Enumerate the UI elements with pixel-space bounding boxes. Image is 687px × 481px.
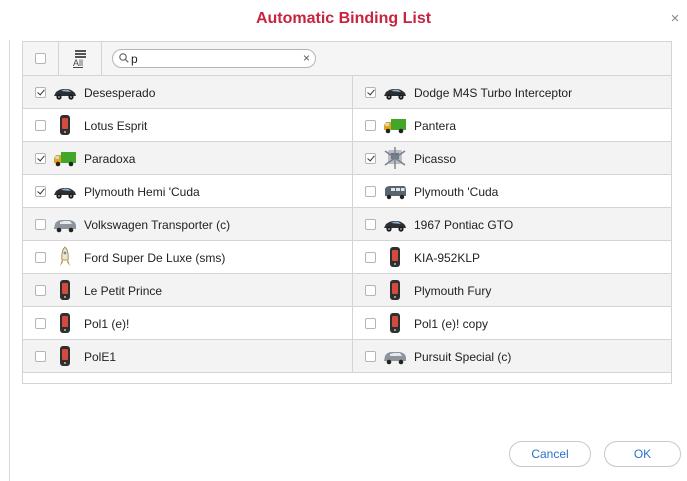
search-box: × [112,49,316,68]
list-item[interactable]: Desesperado [23,76,353,109]
item-checkbox[interactable] [365,186,376,197]
rocket-icon [53,246,77,268]
item-label: 1967 Pontiac GTO [414,218,514,232]
item-label: PolE1 [84,350,117,364]
item-label: Volkswagen Transporter (c) [84,218,231,232]
item-label: Lotus Esprit [84,119,148,133]
ok-button[interactable]: OK [604,441,681,467]
binding-list-grid: All × Desesperado Dodge M4S Turbo Interce… [22,41,672,384]
car-icon [53,81,77,103]
item-label: Plymouth Hemi 'Cuda [84,185,200,199]
truck-icon [383,114,407,136]
close-icon[interactable]: × [668,11,682,26]
van-icon [53,213,77,235]
search-icon [119,53,129,63]
item-label: Pursuit Special (c) [414,350,512,364]
search-input[interactable] [131,51,291,66]
dialog-edge-line [9,40,10,481]
select-all-label: All [73,58,84,68]
phone-icon [53,114,77,136]
item-checkbox[interactable] [35,318,46,329]
item-checkbox[interactable] [365,219,376,230]
item-label: Picasso [414,152,457,166]
phone-icon [53,279,77,301]
list-item[interactable]: Pursuit Special (c) [353,340,671,373]
toolbar-divider [58,42,59,75]
item-label: Dodge M4S Turbo Interceptor [414,86,573,100]
item-label: Pol1 (e)! [84,317,130,331]
item-checkbox[interactable] [35,153,46,164]
item-checkbox[interactable] [365,318,376,329]
list-item[interactable]: Le Petit Prince [23,274,353,307]
list-item[interactable]: Ford Super De Luxe (sms) [23,241,353,274]
list-item[interactable]: Pantera [353,109,671,142]
select-all-checkbox[interactable] [35,53,46,64]
item-label: Pantera [414,119,457,133]
item-checkbox[interactable] [35,219,46,230]
phone-icon [383,246,407,268]
van-icon [383,345,407,367]
truck-icon [53,147,77,169]
item-checkbox[interactable] [365,351,376,362]
list-item[interactable]: Plymouth Fury [353,274,671,307]
list-item[interactable]: Plymouth 'Cuda [353,175,671,208]
item-label: Plymouth Fury [414,284,492,298]
list-item[interactable]: Pol1 (e)! copy [353,307,671,340]
item-checkbox[interactable] [35,87,46,98]
toolbar-divider [101,42,102,75]
automatic-binding-dialog: Automatic Binding List × All × Desesper [0,0,687,481]
select-all-icon[interactable]: All [71,48,89,70]
list-item[interactable]: Paradoxa [23,142,353,175]
dialog-title: Automatic Binding List [255,10,432,27]
item-checkbox[interactable] [35,285,46,296]
list-item[interactable]: PolE1 [23,340,353,373]
list-item[interactable]: Lotus Esprit [23,109,353,142]
item-checkbox[interactable] [365,120,376,131]
list-item[interactable]: Dodge M4S Turbo Interceptor [353,76,671,109]
car-icon [53,180,77,202]
item-checkbox[interactable] [365,252,376,263]
list-item[interactable]: Picasso [353,142,671,175]
item-checkbox[interactable] [365,153,376,164]
item-label: Le Petit Prince [84,284,163,298]
item-label: Pol1 (e)! copy [414,317,489,331]
item-label: Plymouth 'Cuda [414,185,499,199]
list-item[interactable]: KIA-952KLP [353,241,671,274]
item-checkbox[interactable] [365,87,376,98]
list-item[interactable]: Pol1 (e)! [23,307,353,340]
item-label: Paradoxa [84,152,136,166]
clear-search-icon[interactable]: × [303,52,310,65]
bus-icon [383,180,407,202]
item-checkbox[interactable] [35,252,46,263]
item-label: Ford Super De Luxe (sms) [84,251,226,265]
phone-icon [383,312,407,334]
phone-icon [53,312,77,334]
car-icon [383,213,407,235]
item-label: Desesperado [84,86,156,100]
item-checkbox[interactable] [35,351,46,362]
robot-icon [383,147,407,169]
item-checkbox[interactable] [35,120,46,131]
item-label: KIA-952KLP [414,251,481,265]
item-checkbox[interactable] [365,285,376,296]
item-checkbox[interactable] [35,186,46,197]
phone-icon [383,279,407,301]
cancel-button[interactable]: Cancel [509,441,591,467]
list-item[interactable]: 1967 Pontiac GTO [353,208,671,241]
car-icon [383,81,407,103]
list-item[interactable]: Volkswagen Transporter (c) [23,208,353,241]
list-item[interactable]: Plymouth Hemi 'Cuda [23,175,353,208]
phone-icon [53,345,77,367]
list-toolbar: All × [23,42,671,76]
